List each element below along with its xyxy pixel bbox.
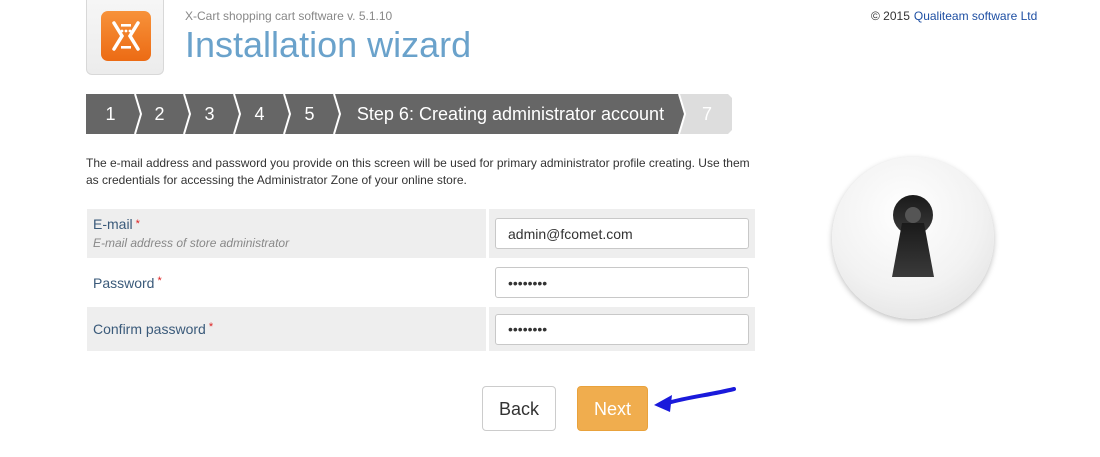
required-marker: * — [135, 218, 140, 230]
password-label: Password — [93, 274, 155, 291]
step-2: 2 — [154, 104, 165, 124]
step-4: 4 — [254, 104, 265, 124]
required-marker: * — [208, 321, 214, 333]
next-button[interactable]: Next — [577, 386, 648, 431]
admin-account-form: E-mail * E-mail address of store administ… — [87, 209, 755, 354]
password-row: Password * — [87, 261, 755, 304]
password-field[interactable] — [495, 267, 749, 298]
confirm-input-cell — [489, 307, 755, 351]
software-version: X-Cart shopping cart software v. 5.1.10 — [185, 9, 393, 23]
step-7: 7 — [701, 104, 712, 124]
email-label-cell: E-mail * E-mail address of store administ… — [87, 209, 486, 258]
password-label-cell: Password * — [87, 261, 486, 304]
back-button[interactable]: Back — [482, 386, 556, 431]
email-field[interactable] — [495, 218, 749, 249]
pointer-arrow-icon — [654, 387, 736, 412]
email-hint: E-mail address of store administrator — [93, 236, 290, 250]
company-link[interactable]: Qualiteam software Ltd — [914, 9, 1037, 23]
step-3: 3 — [204, 104, 215, 124]
wizard-steps: 1 2 3 4 5 Step 6: Creating administrator… — [86, 94, 732, 134]
confirm-label-cell: Confirm password * — [87, 307, 486, 351]
confirm-password-field[interactable] — [495, 313, 749, 345]
email-label: E-mail — [93, 216, 133, 232]
required-marker: * — [157, 274, 162, 287]
step-1: 1 — [105, 104, 116, 124]
password-input-cell — [489, 261, 755, 304]
intro-text: The e-mail address and password you prov… — [86, 156, 750, 187]
confirm-password-label: Confirm password — [93, 321, 206, 337]
page-title: Installation wizard — [185, 24, 472, 65]
logo-box — [86, 0, 164, 75]
email-row: E-mail * E-mail address of store administ… — [87, 209, 755, 258]
xcart-logo-icon — [101, 11, 151, 61]
copyright: © 2015 Qualiteam software Ltd — [871, 9, 1037, 23]
email-input-cell — [489, 209, 755, 258]
keyhole-icon — [832, 157, 994, 319]
step-current: Step 6: Creating administrator account — [356, 104, 665, 124]
confirm-password-row: Confirm password * — [87, 307, 755, 351]
step-5: 5 — [304, 104, 315, 124]
copyright-text: © 2015 — [871, 9, 910, 23]
